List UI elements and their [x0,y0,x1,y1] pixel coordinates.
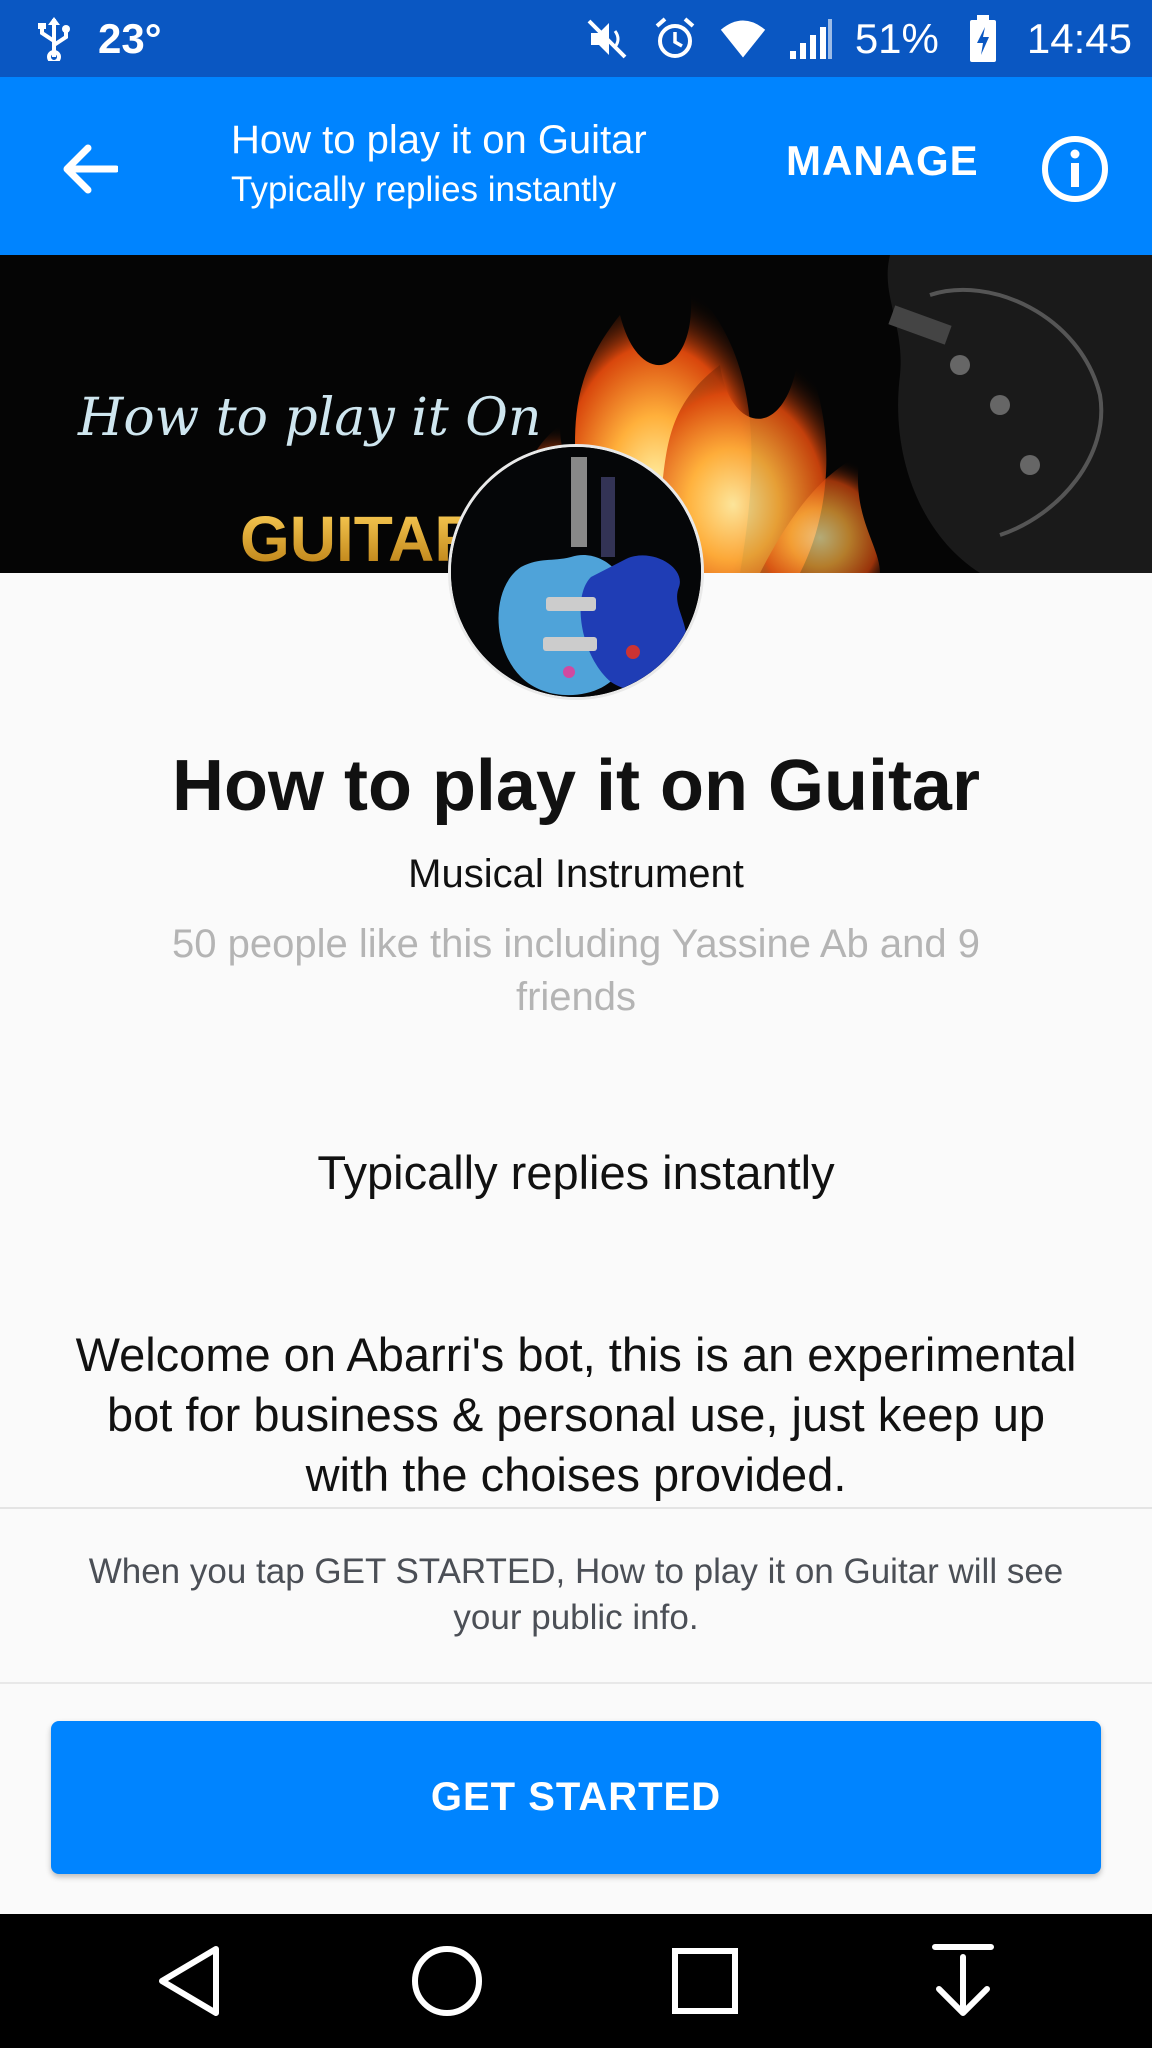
clock: 14:45 [1026,14,1132,62]
header-titles[interactable]: How to play it on Guitar Typically repli… [231,115,647,215]
temperature: 23° [98,14,162,62]
info-button[interactable] [1040,134,1110,204]
likes-summary: 50 people like this including Yassine Ab… [172,922,980,1019]
usb-icon [30,15,78,63]
square-recents-icon [672,1948,738,2014]
cover-logo-line2: GUITAR [240,503,481,573]
header-subtitle: Typically replies instantly [231,170,617,209]
status-right: 51% 14:45 [583,14,1132,63]
consent-text: When you tap GET STARTED, How to play it… [88,1552,1064,1637]
status-bar: 23° 51% 14:45 [0,0,1152,77]
info-icon [1042,136,1108,202]
consent-section: When you tap GET STARTED, How to play it… [0,1507,1152,1684]
alarm-icon [651,15,699,63]
cover-logo-line1: How to play it On [77,388,541,448]
battery-percent: 51% [854,14,939,62]
nav-recents-button[interactable] [655,1931,755,2031]
profile-name: How to play it on Guitar [172,746,980,826]
circle-home-icon [412,1946,482,2016]
status-left: 23° [30,15,162,63]
battery-charging-icon [959,14,1007,63]
nav-notifications-button[interactable] [913,1931,1013,2031]
triangle-back-icon [159,1946,219,2016]
messenger-bot-intro-screen: 23° 51% 14:45 How to play it on Guitar T… [0,0,1152,2048]
nav-back-button[interactable] [139,1931,239,2031]
header-title: How to play it on Guitar [231,118,647,162]
wifi-icon [719,15,767,63]
profile-avatar[interactable] [448,444,704,700]
app-header: How to play it on Guitar Typically repli… [0,77,1152,255]
manage-button[interactable]: MANAGE [786,137,979,185]
response-time: Typically replies instantly [317,1146,835,1199]
get-started-button[interactable]: GET STARTED [51,1721,1101,1874]
mute-icon [583,15,631,63]
back-button[interactable] [52,131,128,207]
signal-icon [787,15,835,63]
arrow-left-icon [63,144,118,194]
profile-category: Musical Instrument [408,852,744,896]
arrow-down-icon [932,1944,994,2016]
welcome-message: Welcome on Abarri's bot, this is an expe… [75,1328,1077,1501]
nav-home-button[interactable] [397,1931,497,2031]
system-nav-bar [0,1914,1152,2048]
